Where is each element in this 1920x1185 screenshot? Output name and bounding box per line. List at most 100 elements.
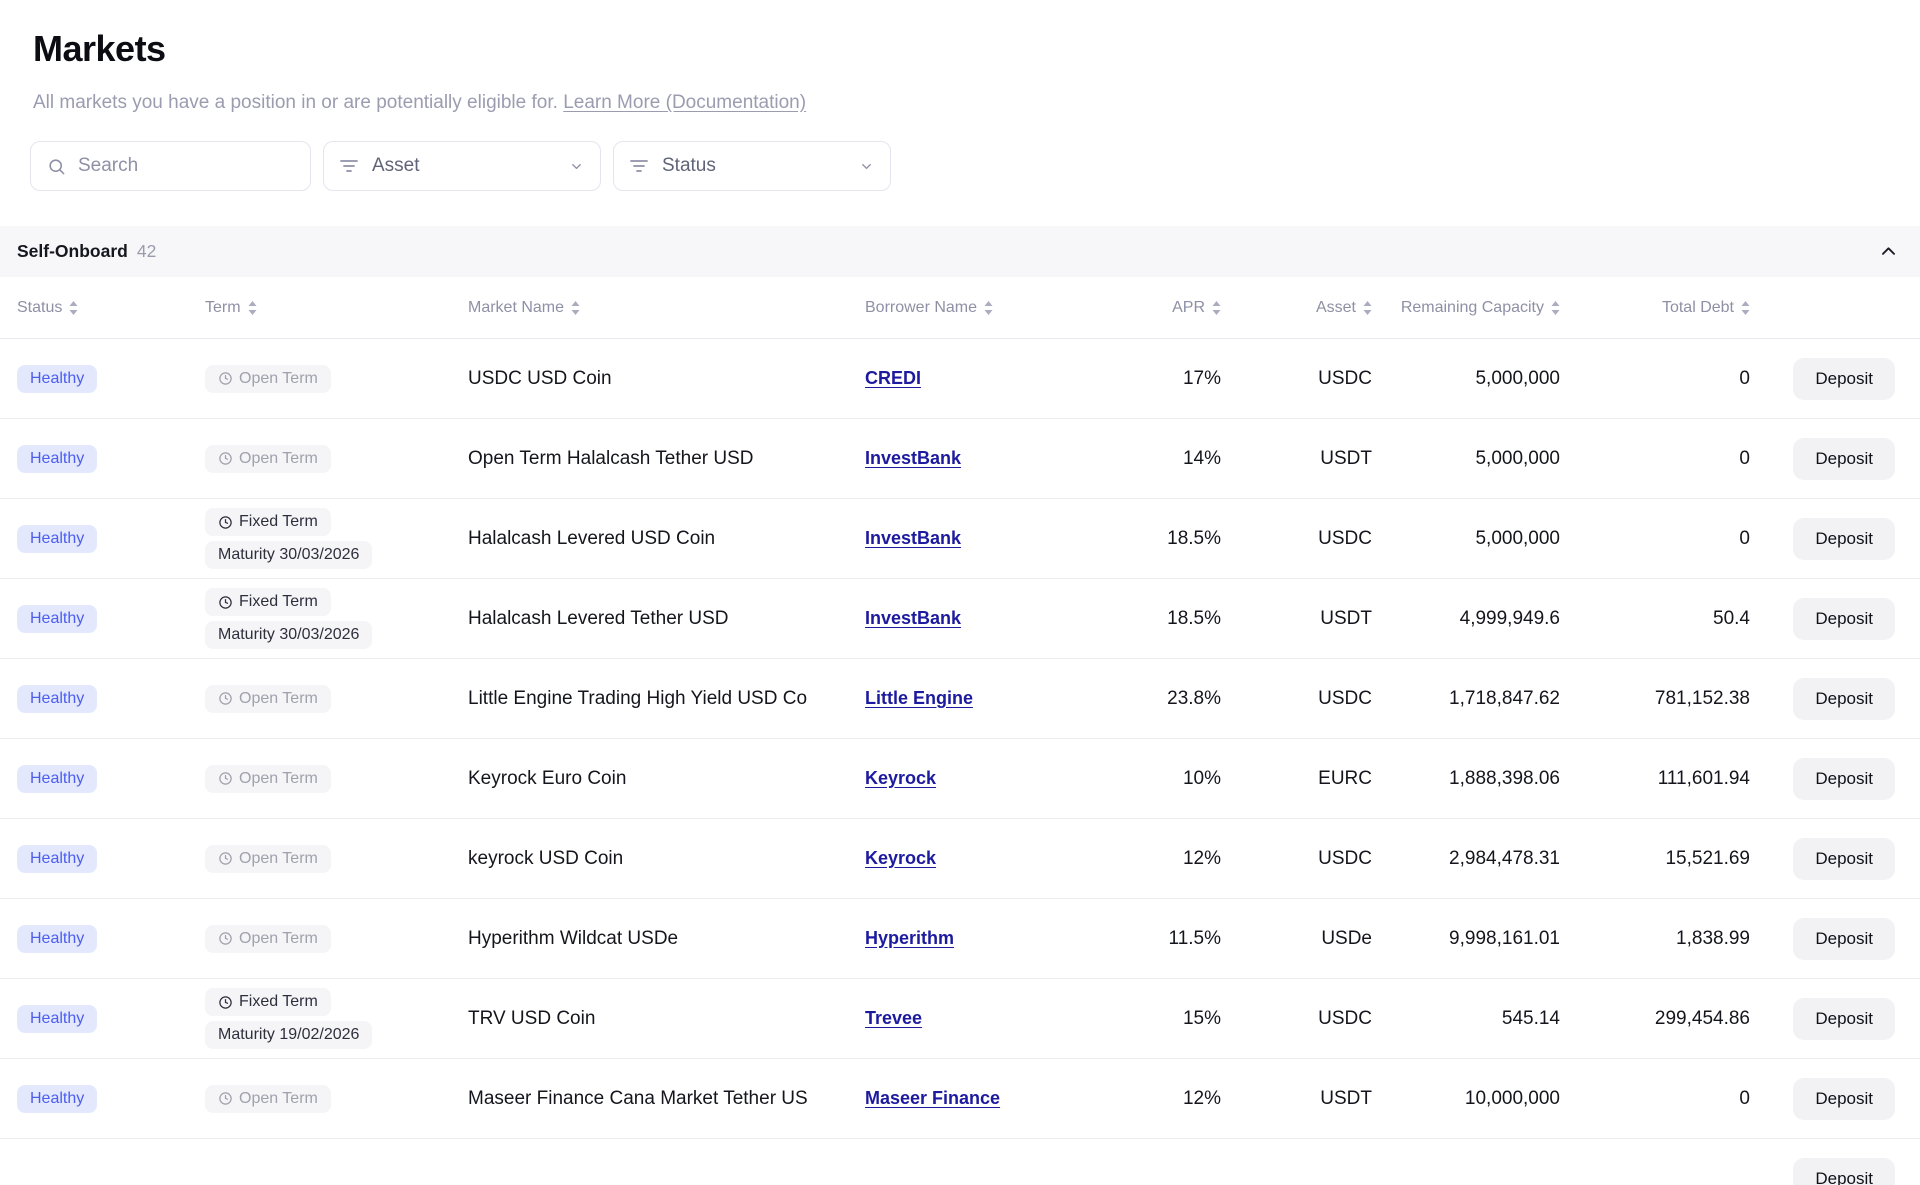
term-cell: Fixed Term Maturity 19/02/2026 bbox=[205, 988, 468, 1049]
filter-bar: Asset Status bbox=[30, 141, 1920, 191]
market-name: Maseer Finance Cana Market Tether US bbox=[468, 1088, 865, 1110]
status-filter-dropdown[interactable]: Status bbox=[613, 141, 891, 191]
borrower-link[interactable]: Little Engine bbox=[865, 688, 973, 708]
maturity-badge: Maturity 30/03/2026 bbox=[205, 541, 372, 569]
asset-value: USDT bbox=[1221, 608, 1372, 630]
term-badge: Open Term bbox=[205, 365, 331, 393]
clock-icon bbox=[218, 771, 233, 786]
asset-value: USDT bbox=[1221, 1088, 1372, 1110]
market-name: Halalcash Levered Tether USD bbox=[468, 608, 865, 630]
borrower-cell: Keyrock bbox=[865, 768, 1071, 790]
column-header-apr[interactable]: APR bbox=[1071, 299, 1221, 317]
table-row: Healthy Open Term USDC USD Coin CREDI 17… bbox=[0, 339, 1920, 419]
term-cell: Fixed Term Maturity 30/03/2026 bbox=[205, 588, 468, 649]
total-debt-value: 299,454.86 bbox=[1560, 1008, 1750, 1030]
table-row: Healthy Open Term Keyrock Euro Coin Keyr… bbox=[0, 739, 1920, 819]
status-cell: Healthy bbox=[17, 365, 205, 393]
market-name: USDC USD Coin bbox=[468, 368, 865, 390]
deposit-button[interactable]: Deposit bbox=[1793, 438, 1895, 480]
remaining-capacity-value: 5,000,000 bbox=[1372, 448, 1560, 470]
column-header-remaining-capacity[interactable]: Remaining Capacity bbox=[1372, 299, 1560, 317]
sort-arrows-icon bbox=[571, 301, 580, 315]
table-row: Healthy Open Term Hyperithm Wildcat USDe… bbox=[0, 899, 1920, 979]
column-header-term[interactable]: Term bbox=[205, 299, 468, 317]
deposit-button[interactable]: Deposit bbox=[1793, 678, 1895, 720]
remaining-capacity-value: 545.14 bbox=[1372, 1008, 1560, 1030]
search-icon bbox=[47, 157, 66, 176]
total-debt-value: 0 bbox=[1560, 368, 1750, 390]
documentation-link[interactable]: Learn More (Documentation) bbox=[563, 92, 806, 113]
section-header-self-onboard[interactable]: Self-Onboard 42 bbox=[0, 226, 1920, 277]
deposit-button[interactable]: Deposit bbox=[1793, 758, 1895, 800]
total-debt-value: 0 bbox=[1560, 448, 1750, 470]
term-badge: Fixed Term bbox=[205, 988, 331, 1016]
remaining-capacity-value: 1,888,398.06 bbox=[1372, 768, 1560, 790]
borrower-cell: InvestBank bbox=[865, 528, 1071, 550]
remaining-capacity-value: 4,999,949.6 bbox=[1372, 608, 1560, 630]
borrower-link[interactable]: InvestBank bbox=[865, 528, 961, 548]
column-header-borrower-name[interactable]: Borrower Name bbox=[865, 299, 1071, 317]
section-title: Self-Onboard bbox=[17, 241, 128, 262]
remaining-capacity-value: 1,718,847.62 bbox=[1372, 688, 1560, 710]
action-cell: Deposit bbox=[1750, 838, 1920, 880]
deposit-button[interactable]: Deposit bbox=[1793, 358, 1895, 400]
section-collapse-button[interactable] bbox=[1879, 242, 1898, 261]
clock-icon bbox=[218, 515, 233, 530]
borrower-cell: Little Engine bbox=[865, 688, 1071, 710]
borrower-link[interactable]: Hyperithm bbox=[865, 928, 954, 948]
sort-arrows-icon bbox=[1363, 301, 1372, 315]
action-cell: Deposit bbox=[1750, 518, 1920, 560]
status-badge: Healthy bbox=[17, 365, 97, 393]
status-badge: Healthy bbox=[17, 445, 97, 473]
deposit-button[interactable]: Deposit bbox=[1793, 998, 1895, 1040]
clock-icon bbox=[218, 995, 233, 1010]
search-field[interactable] bbox=[30, 141, 311, 191]
borrower-link[interactable]: Keyrock bbox=[865, 768, 936, 788]
filter-lines-icon bbox=[340, 158, 358, 174]
column-header-status[interactable]: Status bbox=[17, 299, 205, 317]
search-input[interactable] bbox=[78, 155, 294, 177]
deposit-button[interactable]: Deposit bbox=[1793, 1078, 1895, 1120]
status-cell: Healthy bbox=[17, 845, 205, 873]
asset-filter-dropdown[interactable]: Asset bbox=[323, 141, 601, 191]
column-header-total-debt[interactable]: Total Debt bbox=[1560, 299, 1750, 317]
clock-icon bbox=[218, 691, 233, 706]
borrower-cell: Maseer Finance bbox=[865, 1088, 1071, 1110]
borrower-link[interactable]: Trevee bbox=[865, 1008, 922, 1028]
deposit-button[interactable]: Deposit bbox=[1793, 838, 1895, 880]
borrower-link[interactable]: CREDI bbox=[865, 368, 921, 388]
term-cell: Open Term bbox=[205, 445, 468, 473]
table-row: Healthy Open Term Maseer Finance Cana Ma… bbox=[0, 1059, 1920, 1139]
borrower-link[interactable]: Keyrock bbox=[865, 848, 936, 868]
status-cell: Healthy bbox=[17, 765, 205, 793]
deposit-button[interactable]: Deposit bbox=[1793, 598, 1895, 640]
status-badge: Healthy bbox=[17, 525, 97, 553]
column-header-asset[interactable]: Asset bbox=[1221, 299, 1372, 317]
status-cell: Healthy bbox=[17, 1005, 205, 1033]
column-header-market-name[interactable]: Market Name bbox=[468, 299, 865, 317]
term-badge: Open Term bbox=[205, 925, 331, 953]
clock-icon bbox=[218, 1091, 233, 1106]
table-row: Healthy Fixed Term Maturity 30/03/2026 H… bbox=[0, 499, 1920, 579]
apr-value: 14% bbox=[1071, 448, 1221, 470]
clock-icon bbox=[218, 851, 233, 866]
borrower-cell: InvestBank bbox=[865, 448, 1071, 470]
borrower-link[interactable]: InvestBank bbox=[865, 608, 961, 628]
apr-value: 18.5% bbox=[1071, 608, 1221, 630]
deposit-button[interactable]: Deposit bbox=[1793, 518, 1895, 560]
borrower-link[interactable]: InvestBank bbox=[865, 448, 961, 468]
borrower-link[interactable]: Maseer Finance bbox=[865, 1088, 1000, 1108]
deposit-button[interactable]: Deposit bbox=[1793, 1158, 1895, 1185]
status-cell: Healthy bbox=[17, 925, 205, 953]
action-cell: Deposit bbox=[1750, 598, 1920, 640]
status-badge: Healthy bbox=[17, 925, 97, 953]
asset-value: USDC bbox=[1221, 848, 1372, 870]
clock-icon bbox=[218, 371, 233, 386]
asset-value: USDT bbox=[1221, 448, 1372, 470]
term-badge: Open Term bbox=[205, 685, 331, 713]
section-count-badge: 42 bbox=[137, 241, 156, 262]
sort-arrows-icon bbox=[69, 301, 78, 315]
term-cell: Open Term bbox=[205, 925, 468, 953]
status-badge: Healthy bbox=[17, 845, 97, 873]
deposit-button[interactable]: Deposit bbox=[1793, 918, 1895, 960]
